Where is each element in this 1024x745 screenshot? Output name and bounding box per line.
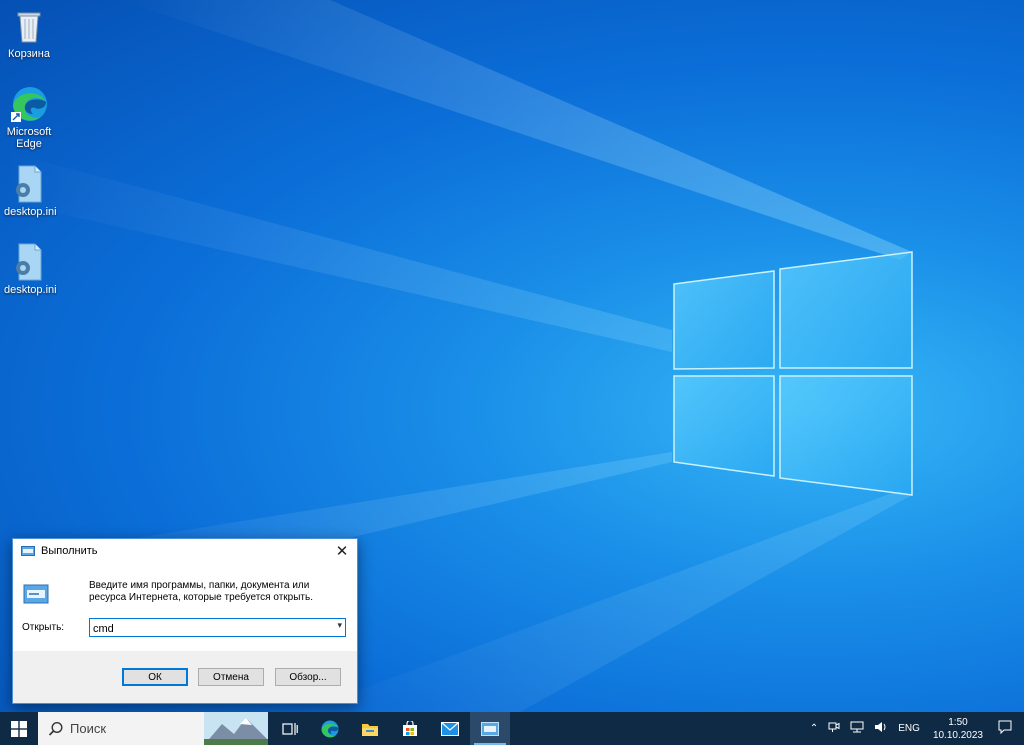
desktop-icon-label: Microsoft Edge xyxy=(6,126,52,150)
taskbar-mail-button[interactable] xyxy=(430,712,470,745)
browse-button[interactable]: Обзор... xyxy=(275,668,341,686)
chevron-down-icon[interactable]: ▾ xyxy=(337,620,342,631)
edge-icon xyxy=(321,720,339,737)
cancel-button[interactable]: Отмена xyxy=(198,668,264,686)
taskbar-search-box[interactable]: Поиск xyxy=(38,712,268,745)
search-icon xyxy=(48,721,63,736)
clock-time: 1:50 xyxy=(948,716,968,728)
open-input[interactable] xyxy=(90,621,323,637)
taskbar: Поиск ⌃ ENG 1:50 10.10.2023 xyxy=(0,712,1024,745)
open-combobox[interactable]: ▾ xyxy=(89,618,346,637)
desktop-icon-desktop-ini-2[interactable]: desktop.ini xyxy=(4,242,57,296)
desktop-icon-label: Корзина xyxy=(8,48,50,60)
run-icon xyxy=(21,546,35,556)
run-description: Введите имя программы, папки, документа … xyxy=(89,580,313,603)
recycle-bin-icon xyxy=(9,6,49,46)
taskbar-run-button[interactable] xyxy=(470,712,510,745)
windows-start-icon xyxy=(11,720,27,737)
run-dialog-body: Введите имя программы, папки, документа … xyxy=(13,563,357,651)
taskbar-edge-button[interactable] xyxy=(310,712,350,745)
edge-icon xyxy=(9,84,49,124)
clock-date: 10.10.2023 xyxy=(932,729,983,741)
desktop-icon-desktop-ini-1[interactable]: desktop.ini xyxy=(4,164,57,218)
task-view-button[interactable] xyxy=(270,712,310,745)
desktop-icon-label: desktop.ini xyxy=(4,284,57,296)
close-icon: ✕ xyxy=(335,543,349,560)
desktop-icon-label: desktop.ini xyxy=(4,206,57,218)
open-label: Открыть: xyxy=(22,622,65,633)
run-icon xyxy=(481,721,499,736)
close-button[interactable]: ✕ xyxy=(327,539,357,563)
input-language[interactable]: ENG xyxy=(898,723,920,734)
search-placeholder: Поиск xyxy=(70,721,107,736)
mail-icon xyxy=(441,721,459,736)
clock[interactable]: 1:50 10.10.2023 xyxy=(933,716,983,742)
taskbar-file-explorer-button[interactable] xyxy=(350,712,390,745)
run-program-icon xyxy=(23,584,49,604)
volume-icon[interactable] xyxy=(874,721,888,736)
settings-file-icon xyxy=(9,164,49,204)
search-highlight-illustration xyxy=(204,712,268,745)
run-dialog: Выполнить ✕ Введите имя программы, папки… xyxy=(12,538,358,704)
settings-file-icon xyxy=(9,242,49,282)
windows-logo xyxy=(673,251,913,496)
system-tray: ⌃ ENG 1:50 10.10.2023 xyxy=(805,712,1024,745)
desktop-icon-edge[interactable]: Microsoft Edge xyxy=(4,84,54,150)
ok-button[interactable]: ОК xyxy=(122,668,188,686)
task-view-icon xyxy=(282,722,298,735)
run-dialog-title: Выполнить xyxy=(41,545,98,557)
run-dialog-titlebar[interactable]: Выполнить ✕ xyxy=(13,539,357,563)
folder-icon xyxy=(362,723,378,736)
notification-center-icon[interactable] xyxy=(998,720,1012,737)
desktop-icon-recycle-bin[interactable]: Корзина xyxy=(4,6,54,60)
meet-now-icon[interactable] xyxy=(828,721,840,736)
chevron-up-icon[interactable]: ⌃ xyxy=(810,723,818,734)
taskbar-store-button[interactable] xyxy=(390,712,430,745)
start-button[interactable] xyxy=(0,712,38,745)
network-icon[interactable] xyxy=(850,721,864,736)
store-icon xyxy=(403,720,417,736)
